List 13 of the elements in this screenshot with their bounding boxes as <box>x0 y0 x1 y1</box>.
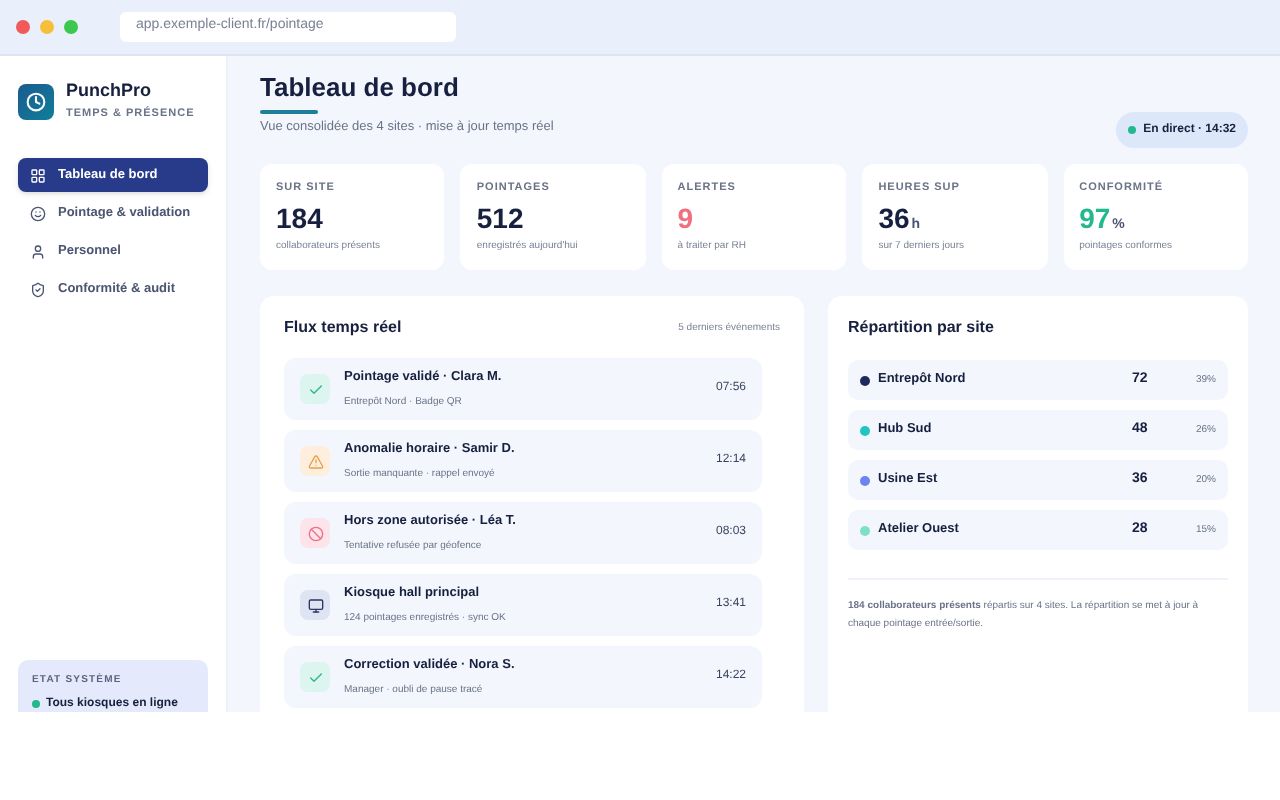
shield-icon <box>30 281 46 298</box>
sites-title: Répartition par site <box>848 316 996 341</box>
smile-icon <box>30 205 46 222</box>
page-title: Tableau de bord <box>260 70 461 106</box>
title-underline <box>260 109 318 113</box>
logo-icon <box>18 83 54 120</box>
stat-value: 512 <box>476 199 526 235</box>
stat-value: 184 <box>276 199 325 235</box>
feed-title: Flux temps réel <box>284 316 402 341</box>
stat-value: 9 <box>677 199 696 235</box>
person-icon <box>30 243 46 260</box>
brand-name: PunchPro <box>66 80 154 102</box>
grid-icon <box>30 167 46 184</box>
